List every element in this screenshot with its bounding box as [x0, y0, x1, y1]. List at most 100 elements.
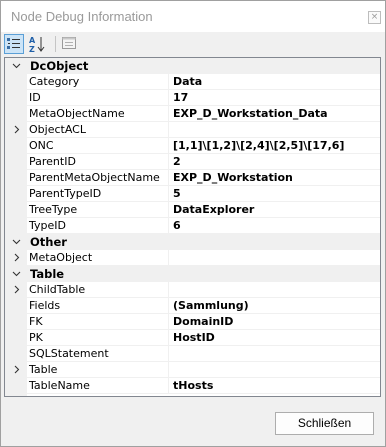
- property-name: ParentID: [27, 154, 169, 170]
- row-gutter: [5, 250, 27, 266]
- toolbar: A Z: [3, 32, 383, 56]
- property-value[interactable]: tHosts: [169, 378, 380, 394]
- row-gutter: [5, 234, 27, 250]
- chevron-down-icon[interactable]: [12, 237, 21, 246]
- property-value[interactable]: DataExplorer: [169, 202, 380, 218]
- property-name: MetaObjectName: [27, 106, 169, 122]
- property-value[interactable]: DomainID: [169, 314, 380, 330]
- property-row[interactable]: ParentID 2: [5, 154, 380, 170]
- alphabetical-sort-icon: A Z: [29, 36, 45, 54]
- row-gutter: [5, 202, 27, 218]
- chevron-down-icon[interactable]: [12, 269, 21, 278]
- property-name: ONC: [27, 138, 169, 154]
- property-name: TreeType: [27, 202, 169, 218]
- row-gutter: [5, 362, 27, 378]
- row-gutter: [5, 122, 27, 138]
- row-gutter: [5, 154, 27, 170]
- category-dcobject[interactable]: DcObject: [5, 58, 380, 74]
- property-row[interactable]: PK HostID: [5, 330, 380, 346]
- property-row[interactable]: Category Data: [5, 74, 380, 90]
- property-value[interactable]: [1,1]\[1,2]\[2,4]\[2,5]\[17,6]: [169, 138, 380, 154]
- property-row[interactable]: ParentTypeID 5: [5, 186, 380, 202]
- property-row[interactable]: ObjectACL: [5, 122, 380, 138]
- row-gutter: [5, 330, 27, 346]
- property-name: Table: [27, 362, 169, 378]
- property-value[interactable]: HostID: [169, 330, 380, 346]
- property-row[interactable]: ParentMetaObjectName EXP_D_Workstation: [5, 170, 380, 186]
- property-row[interactable]: ChildTable: [5, 282, 380, 298]
- property-row[interactable]: TypeID 6: [5, 218, 380, 234]
- chevron-right-icon[interactable]: [12, 253, 21, 262]
- row-gutter: [5, 74, 27, 90]
- property-rows: DcObject Category Data ID 17 MetaObjectName EX…: [5, 58, 380, 394]
- property-name: Fields: [27, 298, 169, 314]
- row-gutter: [5, 170, 27, 186]
- property-row[interactable]: ONC [1,1]\[1,2]\[2,4]\[2,5]\[17,6]: [5, 138, 380, 154]
- property-value[interactable]: (Sammlung): [169, 298, 380, 314]
- row-gutter: [5, 186, 27, 202]
- property-value[interactable]: EXP_D_Workstation: [169, 170, 380, 186]
- close-button[interactable]: Schließen: [275, 412, 374, 435]
- category-label: Table: [30, 267, 65, 281]
- property-name: ParentMetaObjectName: [27, 170, 169, 186]
- property-row[interactable]: TableName tHosts: [5, 378, 380, 394]
- property-row[interactable]: MetaObjectName EXP_D_Workstation_Data: [5, 106, 380, 122]
- svg-text:Z: Z: [29, 45, 35, 54]
- alphabetical-sort-button[interactable]: A Z: [27, 34, 47, 54]
- close-icon[interactable]: ×: [368, 11, 381, 24]
- svg-text:A: A: [29, 36, 36, 45]
- property-name: FK: [27, 314, 169, 330]
- property-name: ID: [27, 90, 169, 106]
- window-title: Node Debug Information: [11, 9, 153, 24]
- category-label: Other: [30, 235, 67, 249]
- description-pane: [4, 399, 381, 403]
- property-row[interactable]: MetaObject: [5, 250, 380, 266]
- row-gutter: [5, 218, 27, 234]
- property-value[interactable]: EXP_D_Workstation_Data: [169, 106, 380, 122]
- row-gutter: [5, 282, 27, 298]
- property-value[interactable]: 5: [169, 186, 380, 202]
- property-grid[interactable]: DcObject Category Data ID 17 MetaObjectName EX…: [4, 57, 381, 397]
- property-value[interactable]: Data: [169, 74, 380, 90]
- property-value[interactable]: [169, 250, 380, 266]
- property-row[interactable]: Fields (Sammlung): [5, 298, 380, 314]
- chevron-right-icon[interactable]: [12, 285, 21, 294]
- row-gutter: [5, 378, 27, 394]
- property-pages-button[interactable]: [60, 34, 80, 54]
- chevron-right-icon[interactable]: [12, 125, 21, 134]
- chevron-right-icon[interactable]: [12, 365, 21, 374]
- categorized-view-button[interactable]: [4, 34, 24, 54]
- property-name: SQLStatement: [27, 346, 169, 362]
- property-value[interactable]: [169, 282, 380, 298]
- property-value[interactable]: [169, 122, 380, 138]
- property-row[interactable]: FK DomainID: [5, 314, 380, 330]
- row-gutter: [5, 106, 27, 122]
- category-table[interactable]: Table: [5, 266, 380, 282]
- property-row[interactable]: TreeType DataExplorer: [5, 202, 380, 218]
- title-bar: Node Debug Information ×: [1, 1, 385, 32]
- property-row[interactable]: ID 17: [5, 90, 380, 106]
- property-name: Category: [27, 74, 169, 90]
- category-label: DcObject: [30, 59, 89, 73]
- property-name: PK: [27, 330, 169, 346]
- property-value[interactable]: 2: [169, 154, 380, 170]
- toolbar-separator: [55, 36, 56, 52]
- property-name: MetaObject: [27, 250, 169, 266]
- property-value[interactable]: 6: [169, 218, 380, 234]
- row-gutter: [5, 298, 27, 314]
- property-name: ParentTypeID: [27, 186, 169, 202]
- row-gutter: [5, 346, 27, 362]
- chevron-down-icon[interactable]: [12, 61, 21, 70]
- property-name: ChildTable: [27, 282, 169, 298]
- property-value[interactable]: [169, 362, 380, 378]
- property-value[interactable]: [169, 346, 380, 362]
- row-gutter: [5, 266, 27, 282]
- property-name: ObjectACL: [27, 122, 169, 138]
- category-other[interactable]: Other: [5, 234, 380, 250]
- property-row[interactable]: Table: [5, 362, 380, 378]
- debug-window: Node Debug Information × A Z DcObject Ca…: [0, 0, 386, 447]
- row-gutter: [5, 314, 27, 330]
- property-row[interactable]: SQLStatement: [5, 346, 380, 362]
- property-value[interactable]: 17: [169, 90, 380, 106]
- property-name: TableName: [27, 378, 169, 394]
